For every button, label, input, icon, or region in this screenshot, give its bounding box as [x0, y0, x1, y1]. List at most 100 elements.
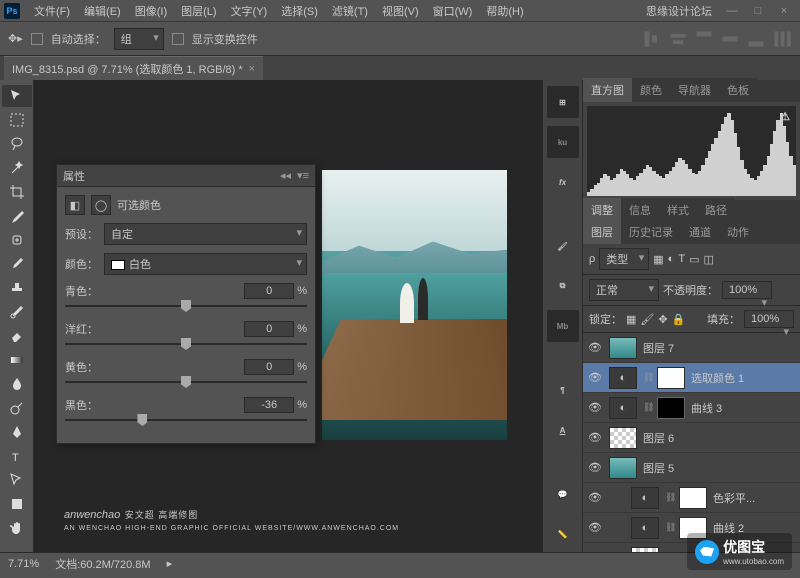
yellow-input[interactable] — [244, 359, 294, 375]
show-transform-checkbox[interactable] — [172, 33, 184, 45]
menu-view[interactable]: 视图(V) — [376, 1, 425, 21]
pen-tool[interactable] — [2, 421, 32, 443]
lasso-tool[interactable] — [2, 133, 32, 155]
dock-mb-icon[interactable]: Mb — [547, 310, 579, 342]
black-slider[interactable] — [65, 419, 307, 421]
visibility-icon[interactable]: 👁 — [587, 520, 603, 536]
menu-window[interactable]: 窗口(W) — [427, 1, 479, 21]
maximize-button[interactable]: □ — [746, 3, 770, 19]
tab-history[interactable]: 历史记录 — [621, 220, 681, 244]
black-input[interactable] — [244, 397, 294, 413]
blend-dropdown[interactable]: 正常 — [589, 279, 659, 301]
magenta-slider[interactable] — [65, 343, 307, 345]
document-tab[interactable]: IMG_8315.psd @ 7.71% (选取颜色 1, RGB/8) * × — [4, 56, 263, 81]
tab-adjustments[interactable]: 调整 — [583, 198, 621, 222]
lock-pixel-icon[interactable]: 🖌 — [640, 313, 654, 326]
visibility-icon[interactable]: 👁 — [587, 430, 603, 446]
dock-measure-icon[interactable]: 📏 — [547, 518, 579, 550]
tab-navigator[interactable]: 导航器 — [670, 78, 719, 102]
gradient-tool[interactable] — [2, 349, 32, 371]
visibility-icon[interactable]: 👁 — [587, 400, 603, 416]
yellow-slider[interactable] — [65, 381, 307, 383]
tab-layers[interactable]: 图层 — [583, 220, 621, 244]
dock-fx-icon[interactable]: fx — [547, 166, 579, 198]
preset-dropdown[interactable]: 自定 — [104, 223, 307, 245]
dock-comment-icon[interactable]: 💬 — [547, 478, 579, 510]
menu-layer[interactable]: 图层(L) — [175, 1, 222, 21]
visibility-icon[interactable]: 👁 — [587, 460, 603, 476]
auto-select-checkbox[interactable] — [31, 33, 43, 45]
menu-type[interactable]: 文字(Y) — [225, 1, 274, 21]
healing-tool[interactable] — [2, 229, 32, 251]
tab-actions[interactable]: 动作 — [719, 220, 757, 244]
cyan-slider[interactable] — [65, 305, 307, 307]
shape-tool[interactable] — [2, 493, 32, 515]
menu-file[interactable]: 文件(F) — [28, 1, 76, 21]
wand-tool[interactable] — [2, 157, 32, 179]
brush-tool[interactable] — [2, 253, 32, 275]
filter-icon[interactable]: ρ — [589, 253, 595, 265]
visibility-icon[interactable]: 👁 — [587, 340, 603, 356]
filter-shape-icon[interactable]: ▭ — [689, 253, 699, 266]
blur-tool[interactable] — [2, 373, 32, 395]
dock-icon[interactable]: ⊞ — [547, 86, 579, 118]
tab-histogram[interactable]: 直方图 — [583, 78, 632, 102]
dock-clone-icon[interactable]: ⧉ — [547, 270, 579, 302]
menu-filter[interactable]: 滤镜(T) — [326, 1, 374, 21]
visibility-icon[interactable]: 👁 — [587, 550, 603, 553]
filter-type-icon[interactable]: T — [678, 253, 685, 265]
tab-paths[interactable]: 路径 — [697, 198, 735, 222]
opacity-input[interactable]: 100% — [722, 281, 772, 299]
layer-row[interactable]: 👁图层 7 — [583, 333, 800, 363]
dock-ku-icon[interactable]: ku — [547, 126, 579, 158]
tab-color[interactable]: 颜色 — [632, 78, 670, 102]
align-icon[interactable] — [694, 29, 714, 49]
history-brush-tool[interactable] — [2, 301, 32, 323]
menu-image[interactable]: 图像(I) — [129, 1, 173, 21]
tab-close-icon[interactable]: × — [249, 63, 255, 75]
dodge-tool[interactable] — [2, 397, 32, 419]
dock-brush-icon[interactable]: 🖌 — [547, 230, 579, 262]
filter-smart-icon[interactable]: ◫ — [703, 253, 713, 266]
tab-swatches[interactable]: 色板 — [719, 78, 757, 102]
lock-pos-icon[interactable]: ✥ — [658, 313, 667, 326]
layer-row[interactable]: 👁◐⛓曲线 3 — [583, 393, 800, 423]
filter-pixel-icon[interactable]: ▦ — [653, 253, 663, 266]
move-tool[interactable] — [2, 85, 32, 107]
panel-menu-icon[interactable]: ▾≡ — [297, 169, 309, 182]
kind-dropdown[interactable]: 类型 — [599, 248, 649, 270]
auto-select-dropdown[interactable]: 组 — [114, 28, 164, 50]
visibility-icon[interactable]: 👁 — [587, 370, 603, 386]
align-icon[interactable] — [746, 29, 766, 49]
filter-adj-icon[interactable]: ◐ — [668, 253, 675, 265]
minimize-button[interactable]: — — [720, 3, 744, 19]
menu-edit[interactable]: 编辑(E) — [78, 1, 127, 21]
tab-channels[interactable]: 通道 — [681, 220, 719, 244]
close-button[interactable]: × — [772, 3, 796, 19]
marquee-tool[interactable] — [2, 109, 32, 131]
eraser-tool[interactable] — [2, 325, 32, 347]
tab-styles[interactable]: 样式 — [659, 198, 697, 222]
align-icon[interactable] — [642, 29, 662, 49]
layer-row[interactable]: 👁◐⛓选取颜色 1 — [583, 363, 800, 393]
layer-row[interactable]: 👁◐⛓色彩平... — [583, 483, 800, 513]
panel-collapse-icon[interactable]: ◂◂ — [280, 169, 291, 182]
type-tool[interactable]: T — [2, 445, 32, 467]
stamp-tool[interactable] — [2, 277, 32, 299]
distribute-icon[interactable] — [772, 29, 792, 49]
fill-input[interactable]: 100% — [744, 310, 794, 328]
canvas[interactable]: 属性 ◂◂ ▾≡ ◧ ◯ 可选颜色 预设： 自定 颜色： 白色 — [34, 80, 542, 552]
cyan-input[interactable] — [244, 283, 294, 299]
menu-help[interactable]: 帮助(H) — [480, 1, 529, 21]
align-icon[interactable] — [720, 29, 740, 49]
align-icon[interactable] — [668, 29, 688, 49]
layer-row[interactable]: 👁图层 6 — [583, 423, 800, 453]
path-tool[interactable] — [2, 469, 32, 491]
zoom-value[interactable]: 7.71% — [8, 558, 39, 570]
visibility-icon[interactable]: 👁 — [587, 490, 603, 506]
menu-select[interactable]: 选择(S) — [275, 1, 324, 21]
tab-info[interactable]: 信息 — [621, 198, 659, 222]
crop-tool[interactable] — [2, 181, 32, 203]
dock-paragraph-icon[interactable]: ¶ — [547, 374, 579, 406]
doc-info-menu-icon[interactable]: ▸ — [167, 557, 173, 570]
